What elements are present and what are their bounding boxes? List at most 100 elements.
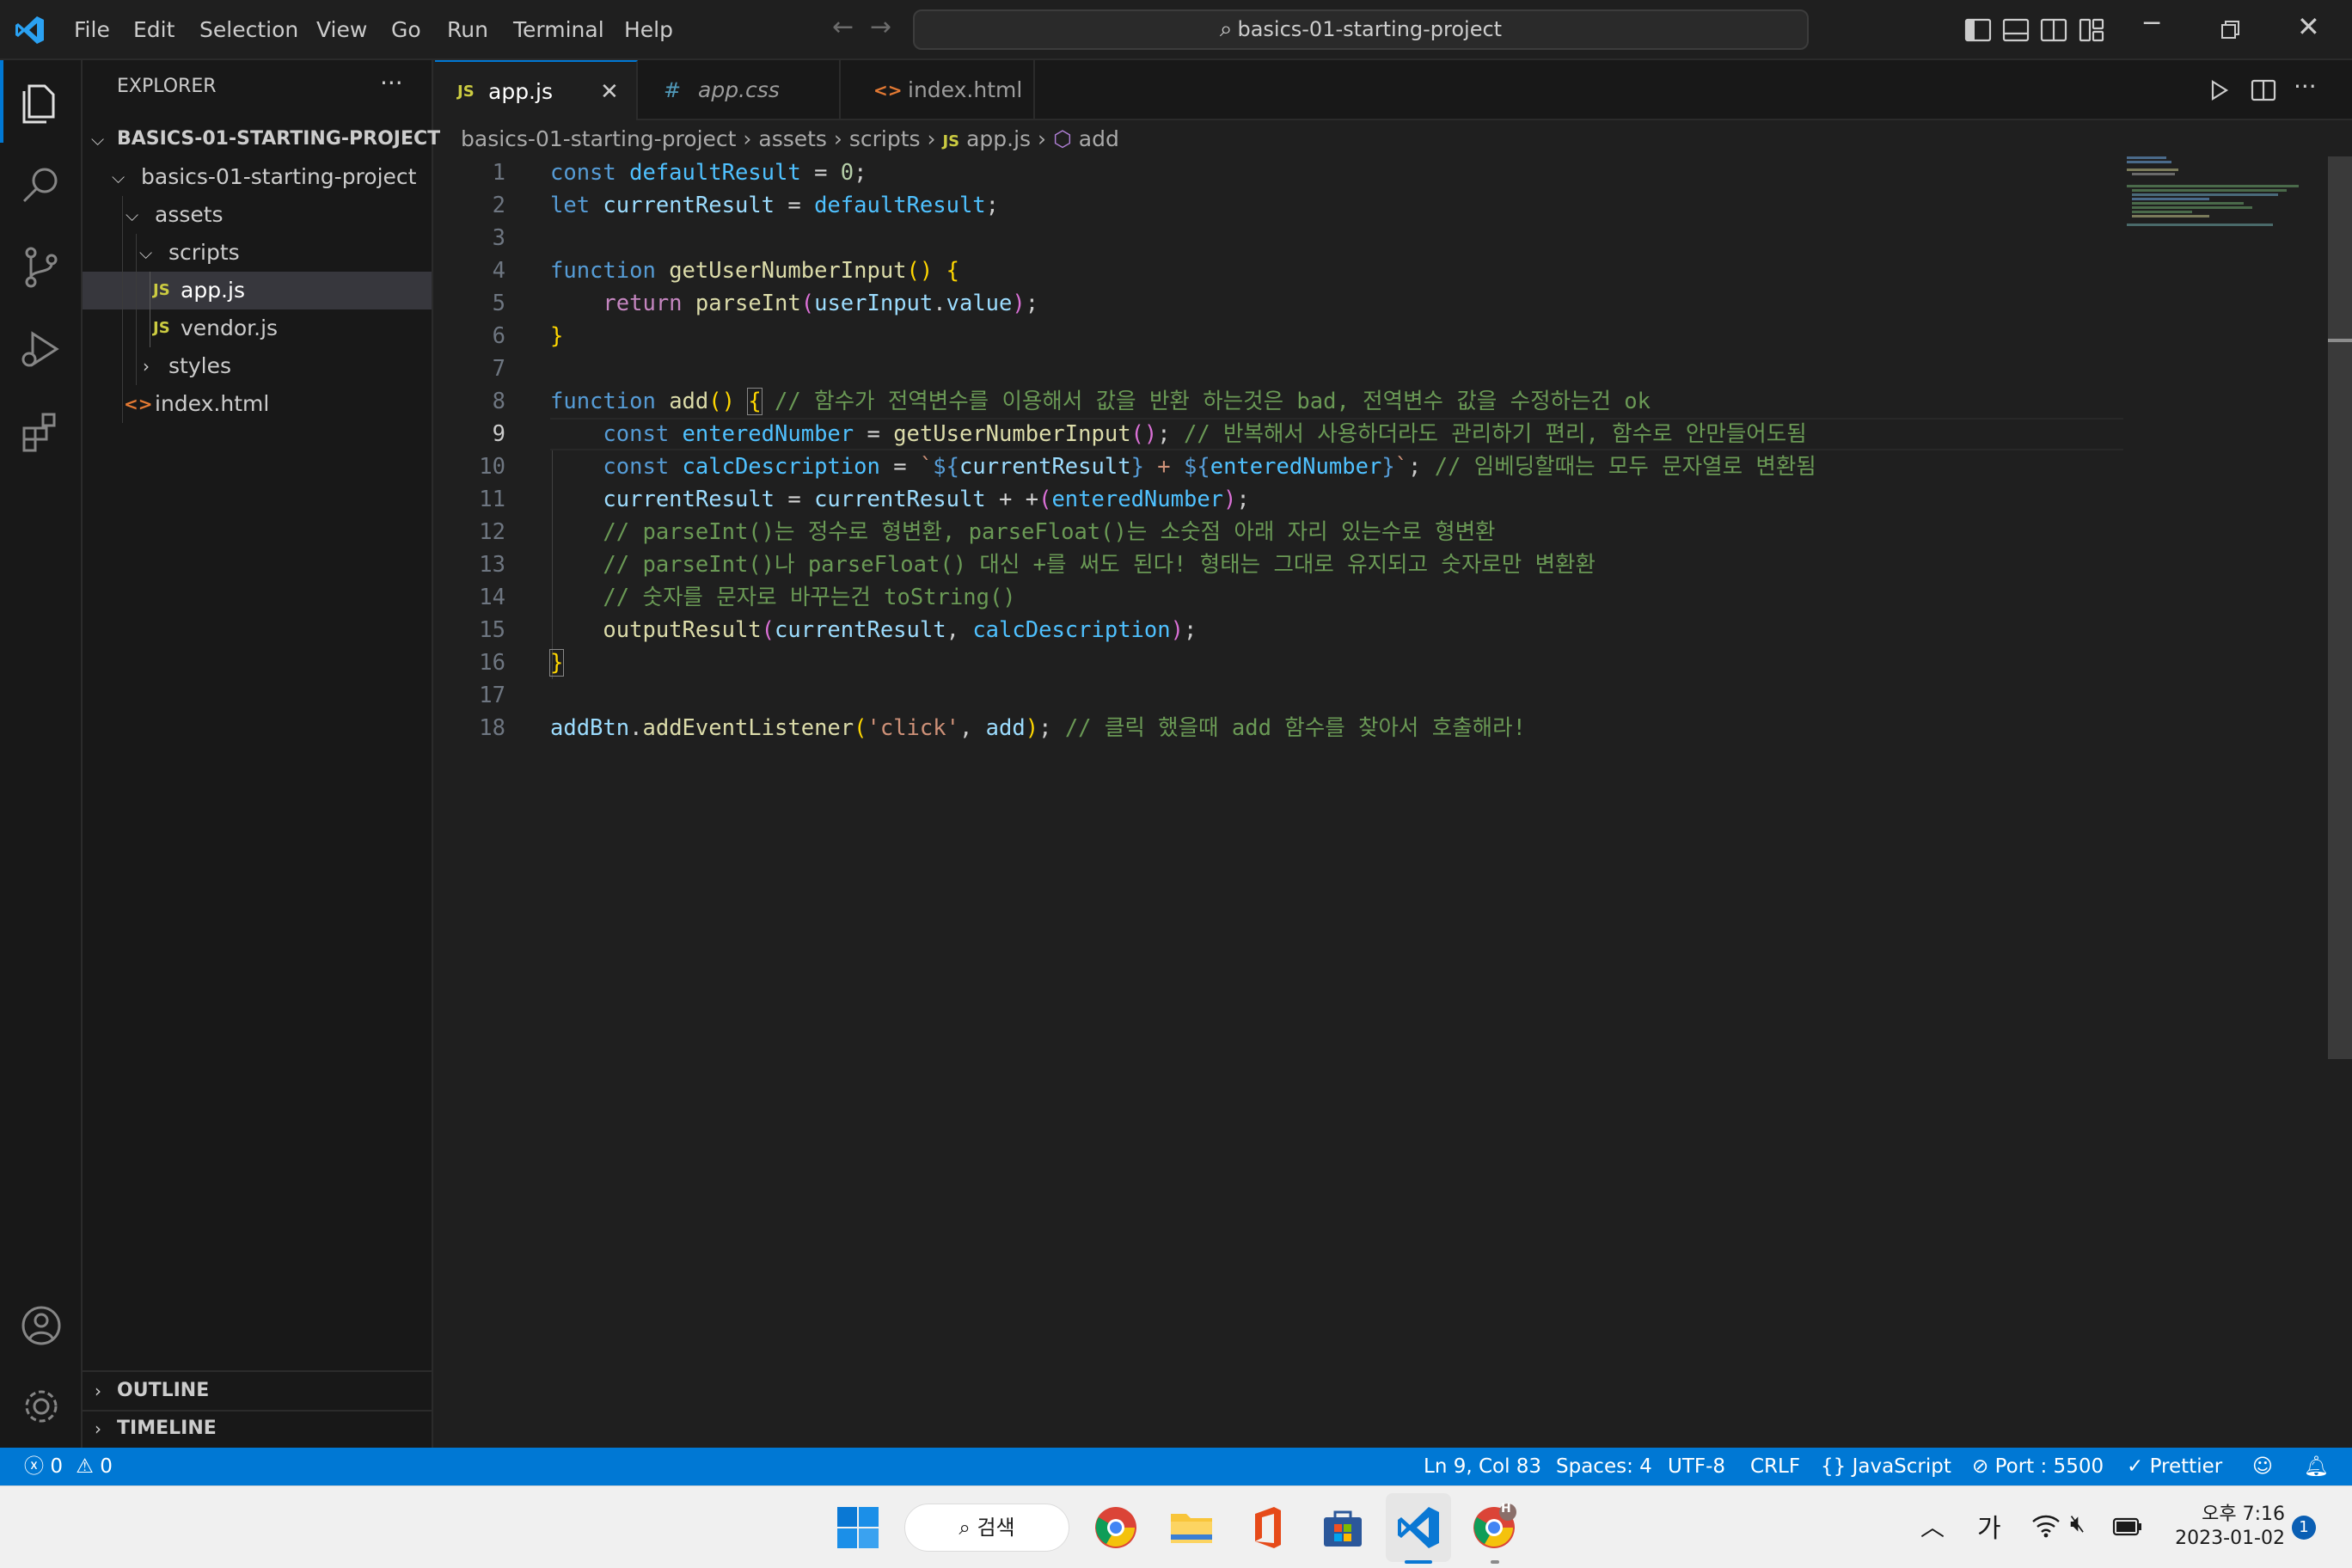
tree-item-index-html[interactable]: <> index.html bbox=[83, 385, 432, 423]
notification-badge[interactable]: 1 bbox=[2292, 1516, 2316, 1540]
toggle-primary-sidebar-icon[interactable] bbox=[1963, 15, 1993, 45]
breadcrumb-item[interactable]: add bbox=[1079, 126, 1119, 151]
chevron-up-icon[interactable]: ︿ bbox=[1920, 1509, 1945, 1543]
cursor-position[interactable]: Ln 9, Col 83 bbox=[1424, 1448, 1541, 1485]
settings-gear-icon[interactable] bbox=[0, 1365, 83, 1448]
breadcrumb-item[interactable]: basics-01-starting-project bbox=[461, 126, 736, 151]
tree-item-scripts[interactable]: ⌵ scripts bbox=[83, 234, 432, 272]
warning-icon: ⚠ bbox=[76, 1455, 94, 1478]
breadcrumb-item[interactable]: app.js bbox=[966, 126, 1031, 151]
file-explorer-icon[interactable] bbox=[1167, 1504, 1216, 1552]
tree-item-project-folder[interactable]: ⌵ basics-01-starting-project bbox=[83, 158, 432, 196]
source-control-icon[interactable] bbox=[0, 225, 83, 308]
tab-app-js[interactable]: JS app.js ✕ bbox=[435, 60, 638, 120]
indent-guide bbox=[122, 196, 123, 423]
extensions-icon[interactable] bbox=[0, 390, 83, 473]
explorer-icon[interactable] bbox=[0, 60, 83, 143]
menu-go[interactable]: Go bbox=[391, 0, 421, 60]
toggle-panel-icon[interactable] bbox=[2001, 15, 2030, 45]
split-editor-icon[interactable] bbox=[2249, 76, 2278, 105]
indentation[interactable]: Spaces: 4 bbox=[1556, 1448, 1652, 1485]
command-center-search[interactable]: ⌕ basics-01-starting-project bbox=[913, 9, 1809, 50]
tab-index-html[interactable]: <> index.html bbox=[841, 60, 1035, 120]
search-icon[interactable] bbox=[0, 143, 83, 225]
line-number: 13 bbox=[479, 552, 505, 578]
ime-indicator[interactable]: 가 bbox=[1977, 1507, 2001, 1545]
breadcrumb-item[interactable]: assets bbox=[758, 126, 827, 151]
language-mode[interactable]: {} JavaScript bbox=[1821, 1448, 1951, 1485]
tab-label: app.css bbox=[698, 77, 780, 102]
vscode-taskbar-icon[interactable] bbox=[1394, 1504, 1442, 1552]
close-tab-icon[interactable]: ✕ bbox=[600, 62, 619, 122]
customize-layout-icon[interactable] bbox=[2077, 15, 2106, 45]
close-window-icon[interactable]: ✕ bbox=[2297, 10, 2320, 43]
office-icon[interactable] bbox=[1243, 1504, 1291, 1552]
menu-selection[interactable]: Selection bbox=[199, 0, 298, 60]
chevron-right-icon: › bbox=[95, 1381, 101, 1401]
problems-indicator[interactable]: ⓧ 0 ⚠ 0 bbox=[24, 1448, 113, 1485]
breadcrumb-item[interactable]: scripts bbox=[849, 126, 921, 151]
back-arrow-icon[interactable]: ← bbox=[832, 12, 854, 42]
line-number: 6 bbox=[492, 323, 505, 349]
html-file-icon: <> bbox=[873, 80, 903, 101]
code-line: // parseInt()는 정수로 형변환, parseFloat()는 소숫… bbox=[603, 519, 1496, 545]
forward-arrow-icon[interactable]: → bbox=[870, 12, 891, 42]
toggle-secondary-sidebar-icon[interactable] bbox=[2039, 15, 2068, 45]
menu-edit[interactable]: Edit bbox=[133, 0, 175, 60]
encoding[interactable]: UTF-8 bbox=[1668, 1448, 1725, 1485]
tree-item-app-js[interactable]: JS app.js bbox=[83, 272, 432, 309]
tab-app-css[interactable]: # app.css bbox=[638, 60, 841, 120]
search-icon: ⌕ bbox=[959, 1516, 971, 1540]
minimap[interactable] bbox=[2127, 156, 2330, 226]
more-actions-icon[interactable]: ··· bbox=[2294, 72, 2317, 101]
chevron-right-icon: › bbox=[143, 356, 150, 377]
tree-item-assets[interactable]: ⌵ assets bbox=[83, 196, 432, 234]
command-center-label: basics-01-starting-project bbox=[1237, 17, 1503, 41]
tree-item-label: vendor.js bbox=[181, 315, 279, 340]
restore-icon[interactable] bbox=[2220, 19, 2242, 41]
run-file-icon[interactable] bbox=[2204, 76, 2233, 105]
microsoft-store-icon[interactable] bbox=[1319, 1504, 1367, 1552]
menu-view[interactable]: View bbox=[316, 0, 367, 60]
line-number: 16 bbox=[479, 650, 505, 676]
editor-tab-bar: JS app.js ✕ # app.css <> index.html ··· bbox=[435, 60, 2352, 120]
tree-item-label: assets bbox=[155, 202, 224, 227]
timeline-section-header[interactable]: › TIMELINE bbox=[83, 1410, 432, 1448]
clock-date[interactable]: 2023-01-02 bbox=[2170, 1528, 2285, 1549]
menu-terminal[interactable]: Terminal bbox=[513, 0, 604, 60]
menu-file[interactable]: File bbox=[74, 0, 110, 60]
clock-time[interactable]: 오후 7:16 bbox=[2173, 1498, 2285, 1526]
prettier-status[interactable]: ✓ Prettier bbox=[2127, 1448, 2222, 1485]
more-actions-icon[interactable]: ··· bbox=[380, 69, 403, 97]
language-label: JavaScript bbox=[1852, 1455, 1951, 1478]
speaker-muted-icon[interactable]: 🔇︎ bbox=[2070, 1509, 2086, 1538]
end-of-line[interactable]: CRLF bbox=[1750, 1448, 1800, 1485]
menu-run[interactable]: Run bbox=[447, 0, 488, 60]
tree-item-vendor-js[interactable]: JS vendor.js bbox=[83, 309, 432, 347]
wifi-icon[interactable] bbox=[2030, 1512, 2061, 1540]
tab-label: index.html bbox=[908, 77, 1023, 102]
chevron-down-icon: ⌵ bbox=[126, 205, 139, 225]
run-debug-icon[interactable] bbox=[0, 308, 83, 390]
chrome-icon[interactable] bbox=[1092, 1504, 1140, 1552]
tree-item-styles[interactable]: › styles bbox=[83, 347, 432, 385]
javascript-file-icon: JS bbox=[942, 132, 960, 150]
battery-icon[interactable] bbox=[2111, 1512, 2144, 1540]
chevron-down-icon: ⌵ bbox=[112, 167, 126, 187]
minimize-icon[interactable]: ─ bbox=[2144, 9, 2159, 39]
line-number: 12 bbox=[479, 519, 505, 545]
tree-item-label: basics-01-starting-project bbox=[141, 164, 417, 189]
windows-start-icon[interactable] bbox=[834, 1504, 882, 1552]
accounts-icon[interactable] bbox=[0, 1284, 83, 1367]
bell-icon[interactable]: 🔔︎ bbox=[2304, 1448, 2329, 1485]
feedback-icon[interactable]: ☺ bbox=[2252, 1448, 2273, 1485]
workspace-root-label: BASICS-01-STARTING-PROJECT bbox=[117, 128, 441, 150]
outline-section-header[interactable]: › OUTLINE bbox=[83, 1372, 432, 1410]
vscode-logo-icon bbox=[15, 16, 44, 44]
code-line: function getUserNumberInput() { bbox=[550, 258, 959, 284]
taskbar-search-box[interactable]: ⌕ 검색 bbox=[904, 1504, 1069, 1552]
menu-help[interactable]: Help bbox=[624, 0, 673, 60]
vertical-scrollbar-thumb[interactable] bbox=[2328, 156, 2352, 1059]
live-server-port[interactable]: ⊘ Port : 5500 bbox=[1972, 1448, 2104, 1485]
workspace-root[interactable]: ⌵ BASICS-01-STARTING-PROJECT bbox=[83, 120, 440, 158]
